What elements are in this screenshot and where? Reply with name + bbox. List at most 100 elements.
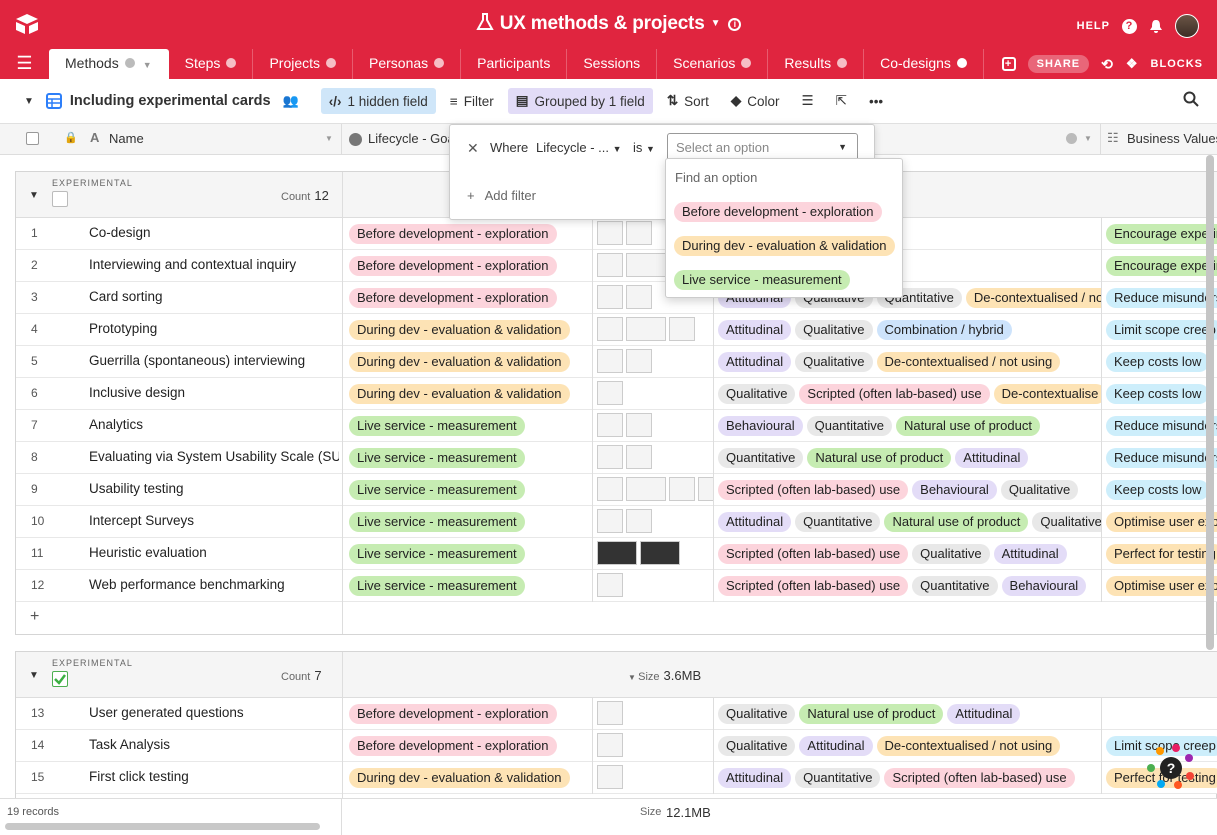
attachments-cell[interactable]	[592, 410, 713, 442]
info-icon[interactable]	[837, 58, 848, 68]
help-icon[interactable]: ?	[1122, 18, 1137, 34]
chevron-down-icon[interactable]: ▼	[325, 134, 333, 143]
attachment-thumbnail[interactable]	[626, 285, 652, 309]
column-header-name[interactable]: Name	[109, 131, 144, 146]
method-types-cell[interactable]: Attitudinal Quantitative Scripted (often l…	[713, 762, 1101, 794]
method-types-cell[interactable]: Scripted (often lab-based) use Behavioura…	[713, 474, 1101, 506]
attachments-cell[interactable]	[592, 730, 713, 762]
attachment-thumbnail[interactable]	[597, 509, 623, 533]
attachment-thumbnail[interactable]	[597, 381, 623, 405]
view-name[interactable]: Including experimental cards	[70, 93, 271, 109]
chevron-right-icon[interactable]	[956, 58, 967, 68]
method-types-cell[interactable]: Qualitative Natural use of product Attitud…	[713, 698, 1101, 730]
attachments-cell[interactable]	[592, 538, 713, 570]
bell-icon[interactable]	[1149, 19, 1163, 34]
table-row[interactable]: 15 First click testing During dev - evalua…	[16, 762, 1217, 794]
table-row[interactable]: 8 Evaluating via System Usability Scale (…	[16, 442, 1217, 474]
lifecycle-cell[interactable]: Before development - exploration	[342, 698, 592, 730]
method-types-cell[interactable]: Scripted (often lab-based) use Qualitativ…	[713, 538, 1101, 570]
attachment-thumbnail[interactable]	[597, 253, 623, 277]
info-icon[interactable]	[226, 58, 237, 68]
tab-scenarios[interactable]: Scenarios	[657, 49, 769, 79]
table-row[interactable]: 10 Intercept Surveys Live service - measur…	[16, 506, 1217, 538]
attachment-thumbnail[interactable]	[626, 477, 666, 501]
info-icon[interactable]	[326, 58, 337, 68]
attachment-thumbnail[interactable]	[597, 445, 623, 469]
lifecycle-cell[interactable]: Live service - measurement	[342, 442, 592, 474]
business-values-cell[interactable]: Keep costs low	[1101, 346, 1217, 378]
remove-filter-icon[interactable]: ✕	[467, 140, 479, 157]
record-name[interactable]: Intercept Surveys	[89, 513, 339, 528]
business-values-cell[interactable]: Limit scope creep	[1101, 314, 1217, 346]
collaborators-icon[interactable]: 👥	[283, 93, 299, 109]
chevron-down-icon[interactable]: ▼	[711, 18, 721, 29]
attachment-thumbnail[interactable]	[597, 285, 623, 309]
table-row[interactable]: 9 Usability testing Live service - measure…	[16, 474, 1217, 506]
tab-results[interactable]: Results	[768, 49, 865, 79]
table-row[interactable]: 7 Analytics Live service - measurement Beha…	[16, 410, 1217, 442]
attachment-thumbnail[interactable]	[597, 413, 623, 437]
filter-field-select[interactable]: Lifecycle - ... ▼	[536, 140, 622, 155]
help-widget-icon[interactable]: ?	[1146, 744, 1196, 790]
color-button[interactable]: ◆ Color	[723, 88, 788, 114]
help-label[interactable]: HELP	[1077, 20, 1110, 32]
attachment-thumbnail[interactable]	[597, 349, 623, 373]
option-during-dev[interactable]: During dev - evaluation & validation	[674, 236, 895, 256]
business-values-cell[interactable]: Encourage experin	[1101, 250, 1217, 282]
share-button[interactable]: SHARE	[1027, 55, 1090, 73]
lifecycle-cell[interactable]: Before development - exploration	[342, 250, 592, 282]
attachments-cell[interactable]	[592, 474, 713, 506]
method-types-cell[interactable]: Behavioural Quantitative Natural use of pr…	[713, 410, 1101, 442]
business-values-cell[interactable]: Reduce misunders	[1101, 410, 1217, 442]
business-values-cell[interactable]: Optimise user exp	[1101, 570, 1217, 602]
record-name[interactable]: Prototyping	[89, 321, 339, 336]
record-name[interactable]: Task Analysis	[89, 737, 339, 752]
method-types-cell[interactable]: Attitudinal Qualitative De-contextualised …	[713, 346, 1101, 378]
attachment-thumbnail[interactable]	[597, 701, 623, 725]
business-values-cell[interactable]: Reduce misunders	[1101, 442, 1217, 474]
option-before-development[interactable]: Before development - exploration	[674, 202, 882, 222]
record-name[interactable]: User generated questions	[89, 705, 339, 720]
info-icon[interactable]: i	[728, 18, 742, 31]
lifecycle-cell[interactable]: During dev - evaluation & validation	[342, 314, 592, 346]
attachment-thumbnail[interactable]	[626, 253, 666, 277]
plus-icon[interactable]: +	[30, 608, 39, 626]
attachments-cell[interactable]	[592, 442, 713, 474]
vertical-scrollbar[interactable]	[1206, 155, 1214, 650]
table-row[interactable]: 2 Interviewing and contextual inquiry Befo…	[16, 250, 1217, 282]
attachments-cell[interactable]	[592, 314, 713, 346]
attachment-thumbnail[interactable]	[597, 573, 623, 597]
attachments-cell[interactable]	[592, 570, 713, 602]
lifecycle-cell[interactable]: Live service - measurement	[342, 506, 592, 538]
business-values-cell[interactable]: Keep costs low	[1101, 474, 1217, 506]
lifecycle-cell[interactable]: Before development - exploration	[342, 218, 592, 250]
method-types-cell[interactable]: Quantitative Natural use of product Attitu…	[713, 442, 1101, 474]
business-values-cell[interactable]: Reduce misunders	[1101, 282, 1217, 314]
attachment-thumbnail[interactable]	[669, 477, 695, 501]
lifecycle-cell[interactable]: During dev - evaluation & validation	[342, 762, 592, 794]
attachment-thumbnail[interactable]	[698, 477, 713, 501]
info-icon[interactable]	[434, 58, 445, 68]
info-icon[interactable]	[741, 58, 752, 68]
chevron-down-icon[interactable]: ▼	[628, 673, 638, 682]
sort-button[interactable]: ⇅ Sort	[659, 88, 717, 114]
tab-projects[interactable]: Projects	[253, 49, 354, 79]
hamburger-menu-icon[interactable]: ☰	[0, 49, 49, 79]
attachment-thumbnail[interactable]	[626, 349, 652, 373]
option-live-service[interactable]: Live service - measurement	[674, 270, 850, 290]
table-row[interactable]: 13 User generated questions Before develop…	[16, 698, 1217, 730]
record-name[interactable]: Interviewing and contextual inquiry	[89, 257, 339, 272]
lifecycle-cell[interactable]: Live service - measurement	[342, 538, 592, 570]
add-record-row[interactable]: +	[16, 602, 1217, 634]
attachment-thumbnail[interactable]	[597, 477, 623, 501]
attachment-thumbnail[interactable]	[597, 765, 623, 789]
method-types-cell[interactable]: Qualitative Attitudinal De-contextualised …	[713, 730, 1101, 762]
attachment-thumbnail[interactable]	[597, 221, 623, 245]
attachment-thumbnail[interactable]	[597, 541, 637, 565]
record-name[interactable]: Guerrilla (spontaneous) interviewing	[89, 353, 339, 368]
group-button[interactable]: ▤ Grouped by 1 field	[507, 88, 653, 114]
collapse-triangle-icon[interactable]: ▼	[29, 670, 39, 681]
more-icon[interactable]: •••	[861, 88, 891, 114]
filter-value-select[interactable]: Select an option ▼	[667, 133, 858, 161]
business-values-cell[interactable]: Keep costs low	[1101, 378, 1217, 410]
